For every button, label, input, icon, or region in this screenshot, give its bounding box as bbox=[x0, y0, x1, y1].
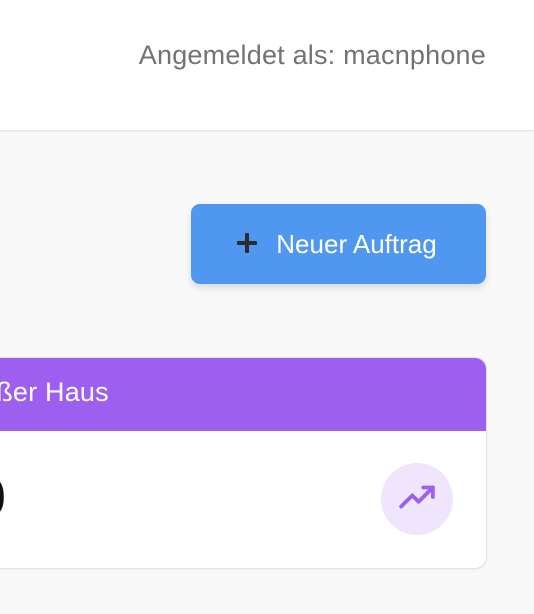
trend-badge bbox=[381, 463, 453, 535]
new-order-button[interactable]: Neuer Auftrag bbox=[191, 204, 486, 284]
stat-card: ußer Haus 0 bbox=[0, 357, 487, 569]
logged-in-user-label: Angemeldet als: macnphone bbox=[138, 40, 486, 70]
stat-card-value: 0 bbox=[0, 472, 6, 524]
stat-card-title: ußer Haus bbox=[0, 377, 109, 407]
top-bar: Angemeldet als: macnphone bbox=[0, 0, 534, 131]
trending-up-icon bbox=[398, 478, 436, 521]
new-order-label: Neuer Auftrag bbox=[276, 228, 437, 259]
stat-card-header: ußer Haus bbox=[0, 358, 486, 431]
plus-icon bbox=[236, 232, 258, 254]
